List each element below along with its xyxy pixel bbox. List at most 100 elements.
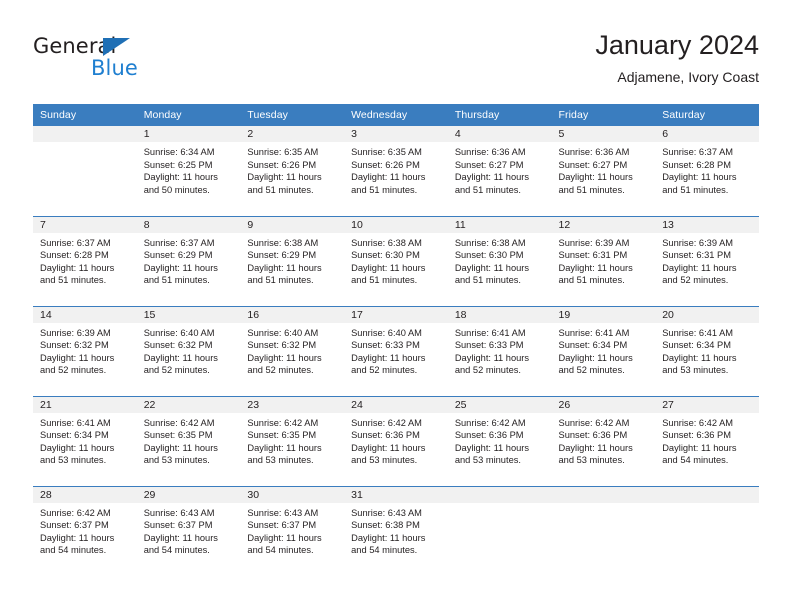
daylight-duration-line1: Daylight: 11 hours [558, 172, 633, 183]
day-details: Sunrise: 6:42 AM Sunset: 6:36 PM Daylight:… [344, 413, 448, 467]
weekday-header-tuesday: Tuesday [240, 104, 345, 126]
sunset-time: Sunset: 6:38 PM [351, 520, 420, 531]
day-details: Sunrise: 6:40 AM Sunset: 6:32 PM Daylight:… [137, 323, 241, 377]
day-number: 26 [551, 396, 656, 413]
sunset-time: Sunset: 6:35 PM [247, 430, 317, 441]
day-cell-inner: 8 Sunrise: 6:37 AM Sunset: 6:29 PM Daylight… [136, 216, 241, 306]
sunrise-time: Sunrise: 6:42 AM [662, 417, 734, 428]
daylight-duration-line1: Daylight: 11 hours [558, 442, 633, 453]
calendar-day-cell[interactable]: 9 Sunrise: 6:38 AM Sunset: 6:29 PM Daylight… [240, 215, 345, 306]
sunrise-time: Sunrise: 6:43 AM [143, 507, 215, 518]
calendar-day-cell[interactable]: 23 Sunrise: 6:42 AM Sunset: 6:35 PM Dayligh… [240, 395, 345, 486]
day-details: Sunrise: 6:43 AM Sunset: 6:38 PM Daylight:… [344, 503, 448, 557]
day-number: 30 [240, 486, 345, 503]
daylight-duration-line1: Daylight: 11 hours [40, 442, 115, 453]
day-details: Sunrise: 6:40 AM Sunset: 6:33 PM Daylight:… [344, 323, 448, 377]
calendar-day-cell[interactable]: 19 Sunrise: 6:41 AM Sunset: 6:34 PM Dayligh… [551, 305, 656, 396]
sunrise-time: Sunrise: 6:42 AM [40, 507, 111, 518]
daylight-duration-line1: Daylight: 11 hours [247, 172, 322, 183]
daylight-duration-line1: Daylight: 11 hours [351, 442, 426, 453]
daylight-duration-line2: and 54 minutes. [143, 545, 210, 556]
calendar-day-cell[interactable]: 30 Sunrise: 6:43 AM Sunset: 6:37 PM Dayligh… [240, 485, 345, 583]
calendar-day-cell[interactable]: 1 Sunrise: 6:34 AM Sunset: 6:25 PM Daylight… [136, 126, 241, 216]
calendar-day-cell[interactable]: 18 Sunrise: 6:41 AM Sunset: 6:33 PM Dayligh… [447, 305, 552, 396]
calendar-day-cell[interactable]: 11 Sunrise: 6:38 AM Sunset: 6:30 PM Dayligh… [447, 215, 552, 306]
day-number: 14 [33, 306, 137, 323]
calendar-day-cell[interactable]: 6 Sunrise: 6:37 AM Sunset: 6:28 PM Daylight… [655, 126, 759, 216]
calendar-day-cell[interactable]: 14 Sunrise: 6:39 AM Sunset: 6:32 PM Dayligh… [33, 305, 137, 396]
day-number: 12 [551, 216, 656, 233]
calendar-day-cell[interactable]: 27 Sunrise: 6:42 AM Sunset: 6:36 PM Dayligh… [655, 395, 759, 486]
day-number: 29 [136, 486, 241, 503]
sunrise-time: Sunrise: 6:36 AM [558, 147, 630, 157]
calendar-day-cell[interactable]: 22 Sunrise: 6:42 AM Sunset: 6:35 PM Dayligh… [136, 395, 241, 486]
sunrise-time: Sunrise: 6:34 AM [143, 147, 215, 157]
daylight-duration-line1: Daylight: 11 hours [351, 352, 426, 363]
calendar-day-cell[interactable]: 13 Sunrise: 6:39 AM Sunset: 6:31 PM Dayligh… [655, 215, 759, 306]
day-details: Sunrise: 6:42 AM Sunset: 6:36 PM Daylight:… [552, 413, 656, 467]
day-number: 3 [344, 126, 448, 142]
sunrise-time: Sunrise: 6:36 AM [454, 147, 526, 157]
sunset-time: Sunset: 6:33 PM [351, 340, 420, 351]
day-cell-inner: 12 Sunrise: 6:39 AM Sunset: 6:31 PM Dayligh… [551, 216, 656, 306]
daylight-duration-line2: and 52 minutes. [143, 365, 210, 376]
daylight-duration-line1: Daylight: 11 hours [247, 532, 322, 543]
sunrise-time: Sunrise: 6:40 AM [351, 327, 422, 338]
calendar-day-cell[interactable]: 15 Sunrise: 6:40 AM Sunset: 6:32 PM Dayligh… [136, 305, 241, 396]
sunset-time: Sunset: 6:29 PM [143, 250, 213, 261]
calendar-day-cell[interactable]: 16 Sunrise: 6:40 AM Sunset: 6:32 PM Dayligh… [240, 305, 345, 396]
day-number [447, 486, 552, 503]
triangle-icon [103, 38, 130, 56]
daylight-duration-line2: and 52 minutes. [40, 365, 107, 376]
daylight-duration-line2: and 54 minutes. [351, 545, 418, 556]
calendar-day-cell[interactable]: 20 Sunrise: 6:41 AM Sunset: 6:34 PM Dayligh… [655, 305, 759, 396]
calendar-day-cell [655, 485, 759, 582]
day-cell-inner: 17 Sunrise: 6:40 AM Sunset: 6:33 PM Dayligh… [344, 306, 448, 396]
daylight-duration-line1: Daylight: 11 hours [143, 262, 218, 273]
calendar-day-cell[interactable]: 21 Sunrise: 6:41 AM Sunset: 6:34 PM Dayligh… [33, 395, 137, 486]
sunset-time: Sunset: 6:36 PM [662, 430, 731, 441]
day-details: Sunrise: 6:37 AM Sunset: 6:28 PM Daylight:… [655, 142, 759, 196]
day-cell-inner: 19 Sunrise: 6:41 AM Sunset: 6:34 PM Dayligh… [551, 306, 656, 396]
day-details: Sunrise: 6:42 AM Sunset: 6:35 PM Daylight:… [240, 413, 344, 467]
sunset-time: Sunset: 6:29 PM [247, 250, 317, 261]
calendar-day-cell[interactable]: 24 Sunrise: 6:42 AM Sunset: 6:36 PM Dayligh… [344, 395, 448, 486]
calendar-day-cell[interactable]: 26 Sunrise: 6:42 AM Sunset: 6:36 PM Dayligh… [551, 395, 656, 486]
day-cell-inner: 30 Sunrise: 6:43 AM Sunset: 6:37 PM Dayligh… [240, 486, 345, 583]
day-cell-inner: 10 Sunrise: 6:38 AM Sunset: 6:30 PM Dayligh… [344, 216, 448, 306]
weekday-header-row: Sunday Monday Tuesday Wednesday Thursday… [33, 104, 759, 126]
day-number: 6 [655, 126, 759, 142]
day-number: 7 [33, 216, 137, 233]
calendar-day-cell[interactable]: 7 Sunrise: 6:37 AM Sunset: 6:28 PM Daylight… [33, 215, 137, 306]
day-cell-inner: 7 Sunrise: 6:37 AM Sunset: 6:28 PM Daylight… [33, 216, 137, 306]
page-header: General Blue January 2024 Adjamene, Ivor… [33, 28, 759, 98]
calendar-day-cell[interactable]: 8 Sunrise: 6:37 AM Sunset: 6:29 PM Daylight… [136, 215, 241, 306]
weekday-header-sunday: Sunday [33, 104, 137, 126]
calendar-day-cell[interactable]: 3 Sunrise: 6:35 AM Sunset: 6:26 PM Daylight… [344, 126, 448, 216]
calendar-day-cell[interactable]: 17 Sunrise: 6:40 AM Sunset: 6:33 PM Dayligh… [344, 305, 448, 396]
day-cell-inner: 15 Sunrise: 6:40 AM Sunset: 6:32 PM Dayligh… [136, 306, 241, 396]
calendar-day-cell[interactable]: 28 Sunrise: 6:42 AM Sunset: 6:37 PM Dayligh… [33, 485, 137, 582]
calendar-day-cell[interactable]: 4 Sunrise: 6:36 AM Sunset: 6:27 PM Daylight… [447, 126, 552, 216]
calendar-day-cell[interactable]: 31 Sunrise: 6:43 AM Sunset: 6:38 PM Dayligh… [344, 485, 448, 582]
general-blue-logo[interactable]: General Blue [33, 34, 233, 90]
calendar-day-cell[interactable]: 29 Sunrise: 6:43 AM Sunset: 6:37 PM Dayligh… [136, 485, 241, 582]
day-cell-inner: 11 Sunrise: 6:38 AM Sunset: 6:30 PM Dayligh… [447, 216, 552, 306]
sunset-time: Sunset: 6:25 PM [143, 159, 213, 170]
calendar-day-cell[interactable]: 12 Sunrise: 6:39 AM Sunset: 6:31 PM Dayligh… [551, 215, 656, 306]
daylight-duration-line2: and 53 minutes. [143, 455, 210, 466]
title-block: January 2024 Adjamene, Ivory Coast [595, 28, 759, 88]
daylight-duration-line1: Daylight: 11 hours [40, 262, 115, 273]
calendar-day-cell[interactable]: 25 Sunrise: 6:42 AM Sunset: 6:36 PM Dayligh… [447, 395, 552, 486]
daylight-duration-line2: and 53 minutes. [558, 455, 625, 466]
daylight-duration-line2: and 53 minutes. [454, 455, 521, 466]
calendar-day-cell [447, 485, 552, 582]
calendar-day-cell[interactable]: 10 Sunrise: 6:38 AM Sunset: 6:30 PM Dayligh… [344, 215, 448, 306]
sunrise-time: Sunrise: 6:38 AM [454, 237, 526, 248]
sunrise-time: Sunrise: 6:37 AM [662, 147, 734, 157]
calendar-day-cell[interactable]: 2 Sunrise: 6:35 AM Sunset: 6:26 PM Daylight… [240, 126, 345, 216]
day-details: Sunrise: 6:43 AM Sunset: 6:37 PM Daylight:… [137, 503, 241, 557]
day-cell-inner: 23 Sunrise: 6:42 AM Sunset: 6:35 PM Dayligh… [240, 396, 345, 486]
day-number: 28 [33, 486, 137, 503]
calendar-day-cell[interactable]: 5 Sunrise: 6:36 AM Sunset: 6:27 PM Daylight… [551, 126, 656, 216]
